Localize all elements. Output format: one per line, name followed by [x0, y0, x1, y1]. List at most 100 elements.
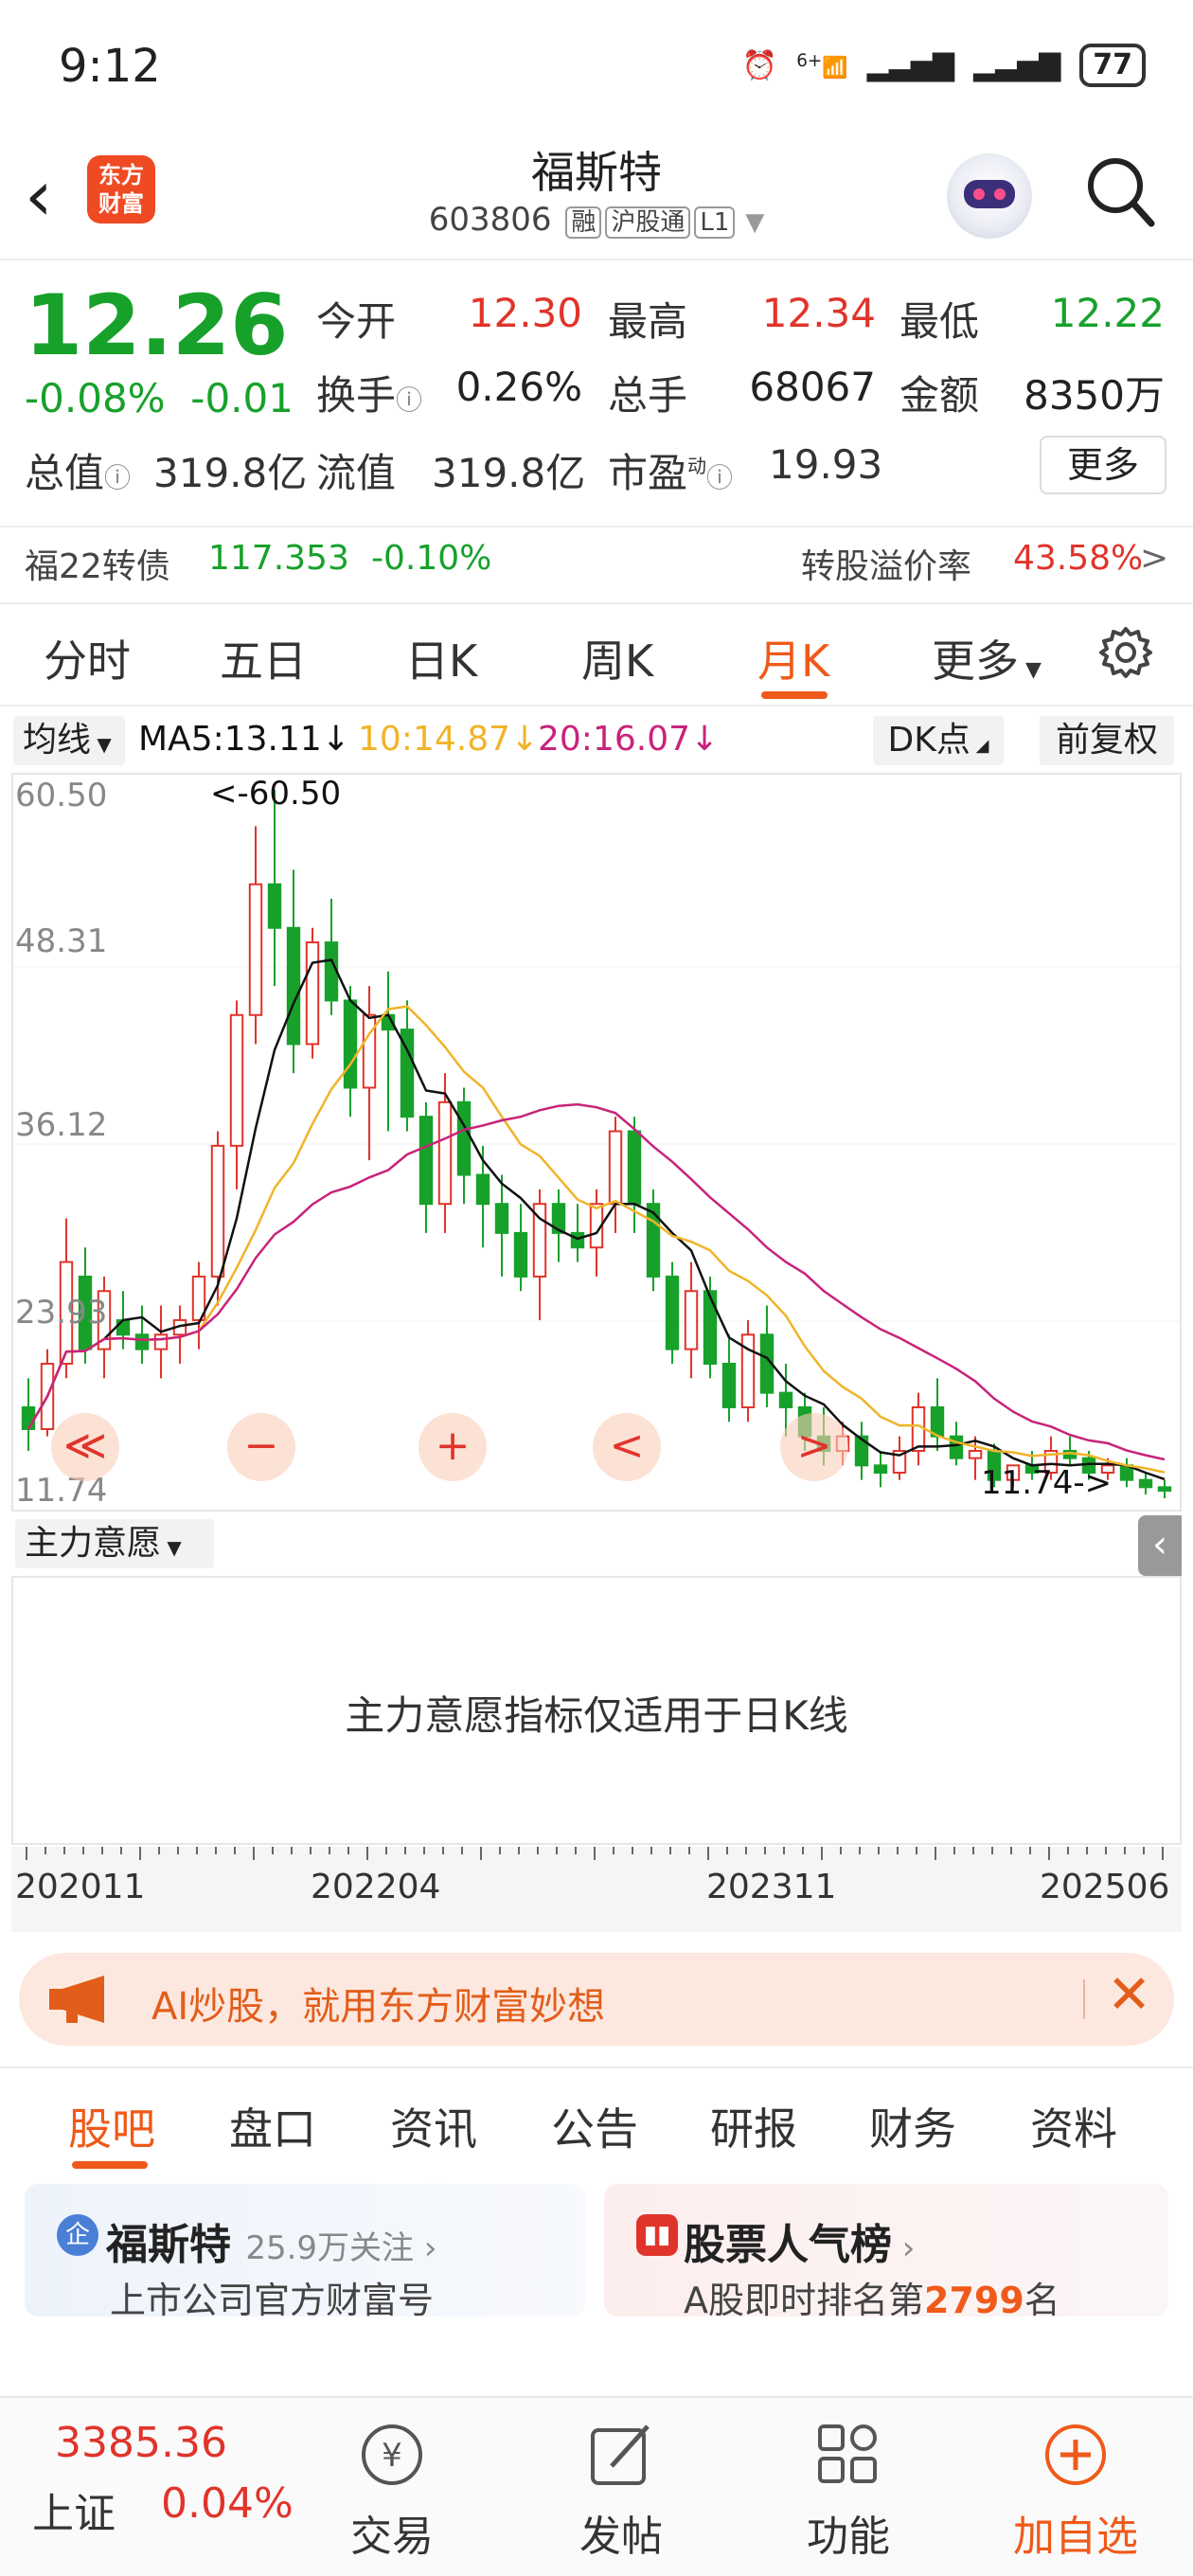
add-circle-icon[interactable]: [1038, 2417, 1113, 2493]
clock: 9:12: [59, 40, 161, 93]
ai-promo-banner[interactable]: AI炒股，就用东方财富妙想 ✕: [19, 1953, 1174, 2046]
scroll-left-button[interactable]: <: [593, 1413, 661, 1481]
scroll-right-button[interactable]: >: [780, 1413, 848, 1481]
tab-announcements[interactable]: 公告: [551, 2095, 638, 2157]
candle: [873, 1450, 888, 1488]
alarm-icon: ⏰: [741, 48, 778, 82]
post-button[interactable]: 发帖: [545, 2502, 697, 2563]
candle-body: [513, 1231, 528, 1278]
trade-icon[interactable]: ¥: [354, 2417, 430, 2493]
battery-icon: 77: [1079, 44, 1146, 87]
tag-margin: 融: [565, 206, 602, 239]
candle: [494, 1174, 509, 1277]
candle-body: [627, 1130, 642, 1206]
price-label-4: 23.93: [15, 1294, 108, 1332]
tab-monthly[interactable]: 月K: [757, 627, 829, 689]
ma5-value: MA5:13.11↓: [138, 720, 350, 759]
banner-text: AI炒股，就用东方财富妙想: [151, 1985, 606, 2029]
tag-connect: 沪股通: [605, 206, 691, 239]
candle-body: [475, 1173, 490, 1206]
popularity-card[interactable]: ▮▮ 股票人气榜 › A股即时排名第2799名: [604, 2184, 1168, 2321]
close-icon[interactable]: ✕: [1107, 1964, 1151, 2026]
candle: [930, 1378, 945, 1451]
tab-profile[interactable]: 资料: [1030, 2095, 1117, 2157]
indicator-selector[interactable]: 主力意愿 ▼: [15, 1519, 214, 1568]
tab-5day[interactable]: 五日: [220, 627, 307, 689]
add-watchlist-button[interactable]: 加自选: [1000, 2502, 1151, 2563]
tag-level: L1: [694, 206, 736, 239]
mktcap-label: 总值ⓘ: [25, 450, 132, 496]
candle: [191, 1261, 206, 1350]
bond-pct: -0.10%: [371, 539, 492, 578]
convertible-bond-row[interactable]: 福22转债 117.353 -0.10% 转股溢价率 43.58% >: [0, 526, 1193, 601]
candle: [684, 1261, 699, 1379]
company-account-card[interactable]: 企 福斯特 25.9万关注 › 上市公司官方财富号: [25, 2184, 585, 2321]
trade-button[interactable]: 交易: [316, 2502, 468, 2563]
status-icons: ⏰ 6+📶 ▂▃▅▇ ▂▃▅▇ 77: [742, 44, 1146, 87]
candle: [513, 1204, 528, 1292]
popularity-title: 股票人气榜 ›: [684, 2221, 916, 2269]
adjust-button[interactable]: 前复权: [1040, 716, 1174, 765]
candle-body: [665, 1275, 680, 1351]
tab-intraday[interactable]: 分时: [44, 627, 131, 689]
candle: [305, 927, 320, 1059]
candle-body: [210, 1144, 225, 1278]
candle-body: [1138, 1478, 1153, 1489]
index-pct[interactable]: 0.04%: [161, 2479, 294, 2528]
tab-daily[interactable]: 日K: [405, 627, 477, 689]
premium-value: 43.58%: [1013, 539, 1144, 578]
low-value: 12.22: [1050, 290, 1165, 336]
candle: [418, 1101, 434, 1233]
open-value: 12.30: [468, 290, 582, 336]
dk-point-button[interactable]: DK点 ◢: [873, 716, 1004, 765]
candle-body: [570, 1231, 585, 1249]
index-name[interactable]: 上证: [32, 2479, 116, 2540]
more-button[interactable]: 更多: [1040, 436, 1166, 494]
tab-more[interactable]: 更多 ▼: [932, 627, 1042, 689]
robot-assistant-icon[interactable]: [947, 153, 1032, 239]
info-icon: ⓘ: [706, 462, 734, 493]
low-label: 最低: [899, 298, 980, 345]
candle-body: [494, 1203, 509, 1234]
candle-body: [134, 1333, 150, 1351]
high-value: 12.34: [761, 290, 876, 336]
amount-value: 8350万: [1024, 372, 1165, 419]
tab-forum[interactable]: 股吧: [68, 2095, 155, 2157]
functions-button[interactable]: 功能: [773, 2502, 924, 2563]
candle-body: [343, 999, 358, 1089]
index-value[interactable]: 3385.36: [55, 2419, 227, 2467]
premium-label: 转股溢价率: [801, 547, 972, 586]
candle-body: [778, 1391, 793, 1408]
apps-grid-icon[interactable]: [810, 2417, 886, 2493]
candle: [1062, 1436, 1077, 1466]
candle: [400, 1000, 415, 1132]
search-icon[interactable]: [1085, 153, 1155, 229]
tab-weekly[interactable]: 周K: [581, 627, 653, 689]
ma-selector[interactable]: 均线 ▼: [13, 716, 125, 765]
tab-news[interactable]: 资讯: [390, 2095, 477, 2157]
candle-body: [608, 1130, 623, 1206]
tab-orderbook[interactable]: 盘口: [229, 2095, 316, 2157]
tab-finance[interactable]: 财务: [869, 2095, 956, 2157]
candle-body: [305, 941, 320, 1046]
price-label-top: 60.50: [15, 777, 108, 814]
change-row: -0.08% -0.01: [25, 375, 294, 421]
zoom-out-button[interactable]: −: [227, 1413, 295, 1481]
tab-research[interactable]: 研报: [710, 2095, 797, 2157]
change-abs: -0.01: [190, 375, 294, 421]
zoom-in-button[interactable]: +: [418, 1413, 487, 1481]
candle: [1119, 1458, 1134, 1488]
candle: [362, 986, 377, 1161]
active-tab-indicator: [761, 691, 828, 699]
compose-icon[interactable]: [583, 2417, 659, 2493]
kline-chart[interactable]: 60.50 48.31 36.12 23.93 11.74 <-60.50 11…: [11, 773, 1182, 1512]
title-bar: ‹ 东方 财富 福斯特 603806 融沪股通 L1 ▼: [0, 133, 1193, 260]
chevron-right-icon: >: [1140, 539, 1169, 578]
dropdown-triangle-icon[interactable]: ▼: [745, 208, 764, 237]
gear-icon[interactable]: [1098, 625, 1153, 684]
change-pct: -0.08%: [25, 375, 166, 421]
info-icon: ⓘ: [104, 462, 132, 493]
scroll-start-button[interactable]: ≪: [51, 1413, 119, 1481]
collapse-panel-icon[interactable]: ‹: [1138, 1515, 1182, 1576]
axis-label-2: 202204: [311, 1868, 441, 1906]
